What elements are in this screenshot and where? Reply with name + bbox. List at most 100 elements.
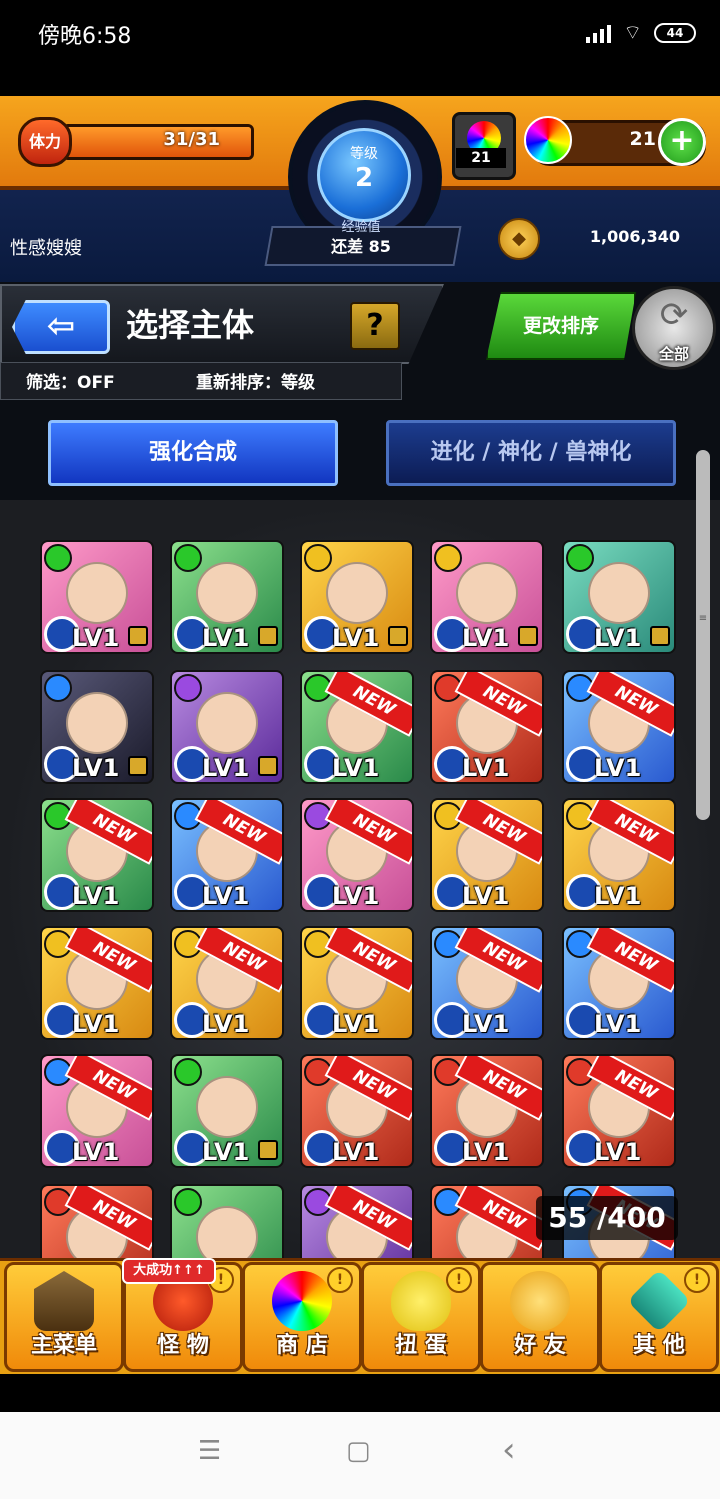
monster-level: LV1 xyxy=(72,1010,120,1038)
nav-main-menu[interactable]: 主菜单 xyxy=(4,1262,124,1372)
rainbow-orb-icon xyxy=(524,116,572,164)
add-gems-button[interactable]: + xyxy=(658,118,706,166)
lock-icon xyxy=(388,626,408,646)
monster-card[interactable]: LV1 NEW xyxy=(300,670,414,784)
level-orb[interactable]: 等级 2 xyxy=(317,128,411,222)
monster-card[interactable]: LV1 NEW xyxy=(300,1054,414,1168)
alert-icon: ! xyxy=(446,1267,472,1293)
monster-card[interactable]: LV1 NEW xyxy=(430,1054,544,1168)
monster-card[interactable]: LV1 NEW xyxy=(430,798,544,912)
monster-card[interactable]: LV1 NEW xyxy=(170,798,284,912)
back-button[interactable]: ⇦ xyxy=(12,300,110,354)
monster-card[interactable]: LV1 NEW xyxy=(562,926,676,1040)
nav-gacha[interactable]: 扭 蛋 ! xyxy=(361,1262,481,1372)
all-filter-label: 全部 xyxy=(658,345,689,363)
monster-portrait xyxy=(196,562,258,624)
filter-toggle[interactable]: 筛选：OFF xyxy=(26,368,115,393)
element-icon xyxy=(174,674,202,702)
alert-icon: ! xyxy=(684,1267,710,1293)
battery-icon: 44 xyxy=(654,22,696,43)
monster-card[interactable]: LV1 NEW xyxy=(40,798,154,912)
lock-icon xyxy=(518,626,538,646)
monster-card[interactable]: LV1 NEW xyxy=(562,798,676,912)
element-icon xyxy=(434,544,462,572)
scrollbar-grip-icon: ≡ xyxy=(698,613,708,624)
menu-icon[interactable]: ☰ xyxy=(198,1436,221,1466)
monster-portrait xyxy=(456,562,518,624)
monster-card[interactable]: LV1 NEW xyxy=(562,670,676,784)
back-nav-icon[interactable]: ‹ xyxy=(502,1430,516,1470)
monster-level: LV1 xyxy=(332,624,380,652)
monster-card[interactable]: LV1 NEW xyxy=(430,926,544,1040)
monster-card[interactable]: LV1 xyxy=(300,540,414,654)
nav-label: 商 店 xyxy=(276,1333,328,1358)
monster-card[interactable]: LV1 xyxy=(430,540,544,654)
monster-level: LV1 xyxy=(202,1010,250,1038)
black-band xyxy=(0,1374,720,1412)
status-bar: 傍晚6:58 ⌔ 44 xyxy=(0,0,720,96)
monster-level: LV1 xyxy=(462,754,510,782)
monster-card[interactable]: LV1 NEW xyxy=(562,1054,676,1168)
house-icon xyxy=(34,1271,94,1331)
monster-level: LV1 xyxy=(202,1138,250,1166)
clock: 傍晚6:58 xyxy=(38,24,132,49)
element-icon xyxy=(566,544,594,572)
alert-icon: ! xyxy=(327,1267,353,1293)
nav-shop[interactable]: 商 店 ! xyxy=(242,1262,362,1372)
monster-card[interactable]: LV1 NEW xyxy=(300,798,414,912)
monster-grid[interactable]: LV1 LV1 LV1 LV1 LV1 LV1 LV1 LV1 NEW LV1 NEW LV1 NEW L… xyxy=(0,500,720,1260)
friends-icon xyxy=(510,1271,570,1331)
monster-card[interactable]: LV1 xyxy=(562,540,676,654)
monster-level: LV1 xyxy=(594,1010,642,1038)
monster-card[interactable]: LV1 xyxy=(170,670,284,784)
monster-card[interactable]: LV1 NEW xyxy=(40,1054,154,1168)
wifi-icon: ⌔ xyxy=(623,20,642,44)
element-icon xyxy=(304,544,332,572)
nav-friends[interactable]: 好 友 xyxy=(480,1262,600,1372)
nav-other[interactable]: 其 他 ! xyxy=(599,1262,719,1372)
monster-portrait xyxy=(196,1076,258,1138)
exp-remaining: 还差 85 xyxy=(331,237,391,256)
monster-card[interactable]: LV1 xyxy=(170,1054,284,1168)
monster-card[interactable]: LV1 NEW xyxy=(300,926,414,1040)
monster-level: LV1 xyxy=(72,754,120,782)
monster-card[interactable]: LV1 NEW xyxy=(170,926,284,1040)
monster-card[interactable]: NEW xyxy=(40,1184,154,1260)
nav-label: 其 他 xyxy=(633,1333,685,1358)
monster-card[interactable]: LV1 xyxy=(40,540,154,654)
player-name: 性感嫂嫂 xyxy=(10,238,82,259)
monster-card[interactable]: NEW xyxy=(430,1184,544,1260)
box-count: 55 /400 xyxy=(536,1196,678,1240)
monster-card[interactable]: NEW xyxy=(300,1184,414,1260)
home-icon[interactable]: ▢ xyxy=(346,1436,371,1466)
sort-status[interactable]: 重新排序：等级 xyxy=(196,368,315,393)
monster-portrait xyxy=(66,562,128,624)
orb-box-icon[interactable] xyxy=(452,112,516,180)
all-filter-button[interactable]: ⟳ 全部 xyxy=(632,286,716,370)
stamina-value: 31/31 xyxy=(163,129,220,150)
monster-level: LV1 xyxy=(72,624,120,652)
coin-amount: 1,006,340 xyxy=(589,227,680,246)
orb-box-count: 21 xyxy=(456,148,506,168)
monster-card[interactable]: LV1 NEW xyxy=(430,670,544,784)
monster-level: LV1 xyxy=(462,1010,510,1038)
monster-card[interactable]: LV1 xyxy=(40,670,154,784)
lock-icon xyxy=(128,756,148,776)
change-sort-button[interactable]: 更改排序 xyxy=(486,292,636,360)
monster-portrait xyxy=(66,692,128,754)
tab-power-up[interactable]: 强化合成 xyxy=(48,420,338,486)
monster-card[interactable]: LV1 NEW xyxy=(40,926,154,1040)
monster-portrait xyxy=(196,692,258,754)
element-icon xyxy=(44,674,72,702)
tab-evolve[interactable]: 进化 / 神化 / 兽神化 xyxy=(386,420,676,486)
gem-count: 21 xyxy=(629,128,656,150)
monster-card[interactable]: LV1 xyxy=(170,540,284,654)
element-icon xyxy=(174,544,202,572)
status-icons: ⌔ 44 xyxy=(586,20,696,45)
level-value: 2 xyxy=(354,163,374,193)
scrollbar[interactable] xyxy=(696,450,710,820)
monster-card[interactable] xyxy=(170,1184,284,1260)
lock-icon xyxy=(650,626,670,646)
element-icon xyxy=(174,1188,202,1216)
help-button[interactable]: ? xyxy=(350,302,400,350)
